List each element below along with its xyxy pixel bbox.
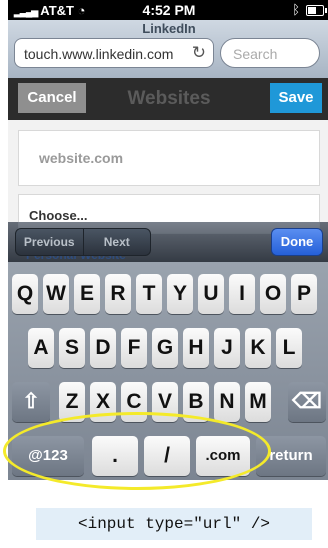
key-d[interactable]: D — [90, 328, 116, 368]
key-u[interactable]: U — [198, 274, 224, 314]
key-v[interactable]: V — [152, 382, 178, 422]
iphone-screen: ▂▃▄▅ AT&T ◔ 4:52 PM ᛒ LinkedIn touch.www… — [8, 0, 328, 480]
key-k[interactable]: K — [245, 328, 271, 368]
screen-title: Websites — [127, 88, 211, 109]
bluetooth-icon: ᛒ — [292, 2, 300, 17]
key-b[interactable]: B — [183, 382, 209, 422]
key-t[interactable]: T — [136, 274, 162, 314]
reload-icon[interactable]: ↻ — [192, 43, 206, 63]
key-l[interactable]: L — [276, 328, 302, 368]
key-g[interactable]: G — [152, 328, 178, 368]
key-q[interactable]: Q — [12, 274, 38, 314]
choose-label: Choose... — [29, 208, 88, 223]
key-j[interactable]: J — [214, 328, 240, 368]
done-button[interactable]: Done — [271, 228, 323, 256]
backspace-key[interactable]: ⌫ — [288, 382, 326, 422]
page-title: LinkedIn — [142, 21, 196, 36]
key-o[interactable]: O — [260, 274, 286, 314]
key-s[interactable]: S — [59, 328, 85, 368]
key-x[interactable]: X — [90, 382, 116, 422]
clock: 4:52 PM — [142, 2, 196, 18]
key-i[interactable]: I — [229, 274, 255, 314]
key-y[interactable]: Y — [167, 274, 193, 314]
key-w[interactable]: W — [43, 274, 69, 314]
key-r[interactable]: R — [105, 274, 131, 314]
website-url-input[interactable]: website.com — [18, 130, 320, 186]
key-c[interactable]: C — [121, 382, 147, 422]
key-p[interactable]: P — [291, 274, 317, 314]
numbers-key[interactable]: @123 — [12, 436, 84, 476]
website-form: website.com Choose... — [8, 120, 328, 234]
next-button[interactable]: Next — [84, 229, 151, 255]
caption-code: <input type="url" /> — [36, 508, 312, 540]
key-f[interactable]: F — [121, 328, 147, 368]
key-e[interactable]: E — [74, 274, 100, 314]
backspace-icon: ⌫ — [292, 390, 322, 413]
save-button[interactable]: Save — [270, 83, 322, 113]
url-keyboard: Q W E R T Y U I O P A S D F G H J K L ⇧ … — [8, 262, 328, 480]
cancel-button[interactable]: Cancel — [18, 83, 86, 113]
browser-toolbar: LinkedIn touch.www.linkedin.com ↻ Search — [8, 20, 328, 79]
search-placeholder: Search — [233, 46, 278, 62]
address-bar[interactable]: touch.www.linkedin.com ↻ — [14, 38, 214, 68]
shift-key[interactable]: ⇧ — [12, 382, 50, 422]
shift-icon: ⇧ — [22, 390, 40, 413]
search-field[interactable]: Search — [220, 38, 320, 68]
key-m[interactable]: M — [245, 382, 271, 422]
key-a[interactable]: A — [28, 328, 54, 368]
return-key[interactable]: return — [256, 436, 326, 476]
status-bar: ▂▃▄▅ AT&T ◔ 4:52 PM ᛒ — [8, 0, 328, 20]
previous-button[interactable]: Previous — [16, 229, 84, 255]
dot-key[interactable]: . — [92, 436, 138, 476]
form-assistant-toolbar: Personal Website Previous Next Done — [8, 222, 328, 262]
key-h[interactable]: H — [183, 328, 209, 368]
key-z[interactable]: Z — [59, 382, 85, 422]
dotcom-key[interactable]: .com — [196, 436, 250, 476]
url-text: touch.www.linkedin.com — [24, 46, 174, 62]
website-placeholder: website.com — [39, 150, 124, 166]
app-nav-bar: Cancel Websites Save — [8, 78, 328, 120]
battery-icon — [306, 5, 327, 16]
prev-next-control: Previous Next — [15, 228, 151, 256]
slash-key[interactable]: / — [144, 436, 190, 476]
key-n[interactable]: N — [214, 382, 240, 422]
